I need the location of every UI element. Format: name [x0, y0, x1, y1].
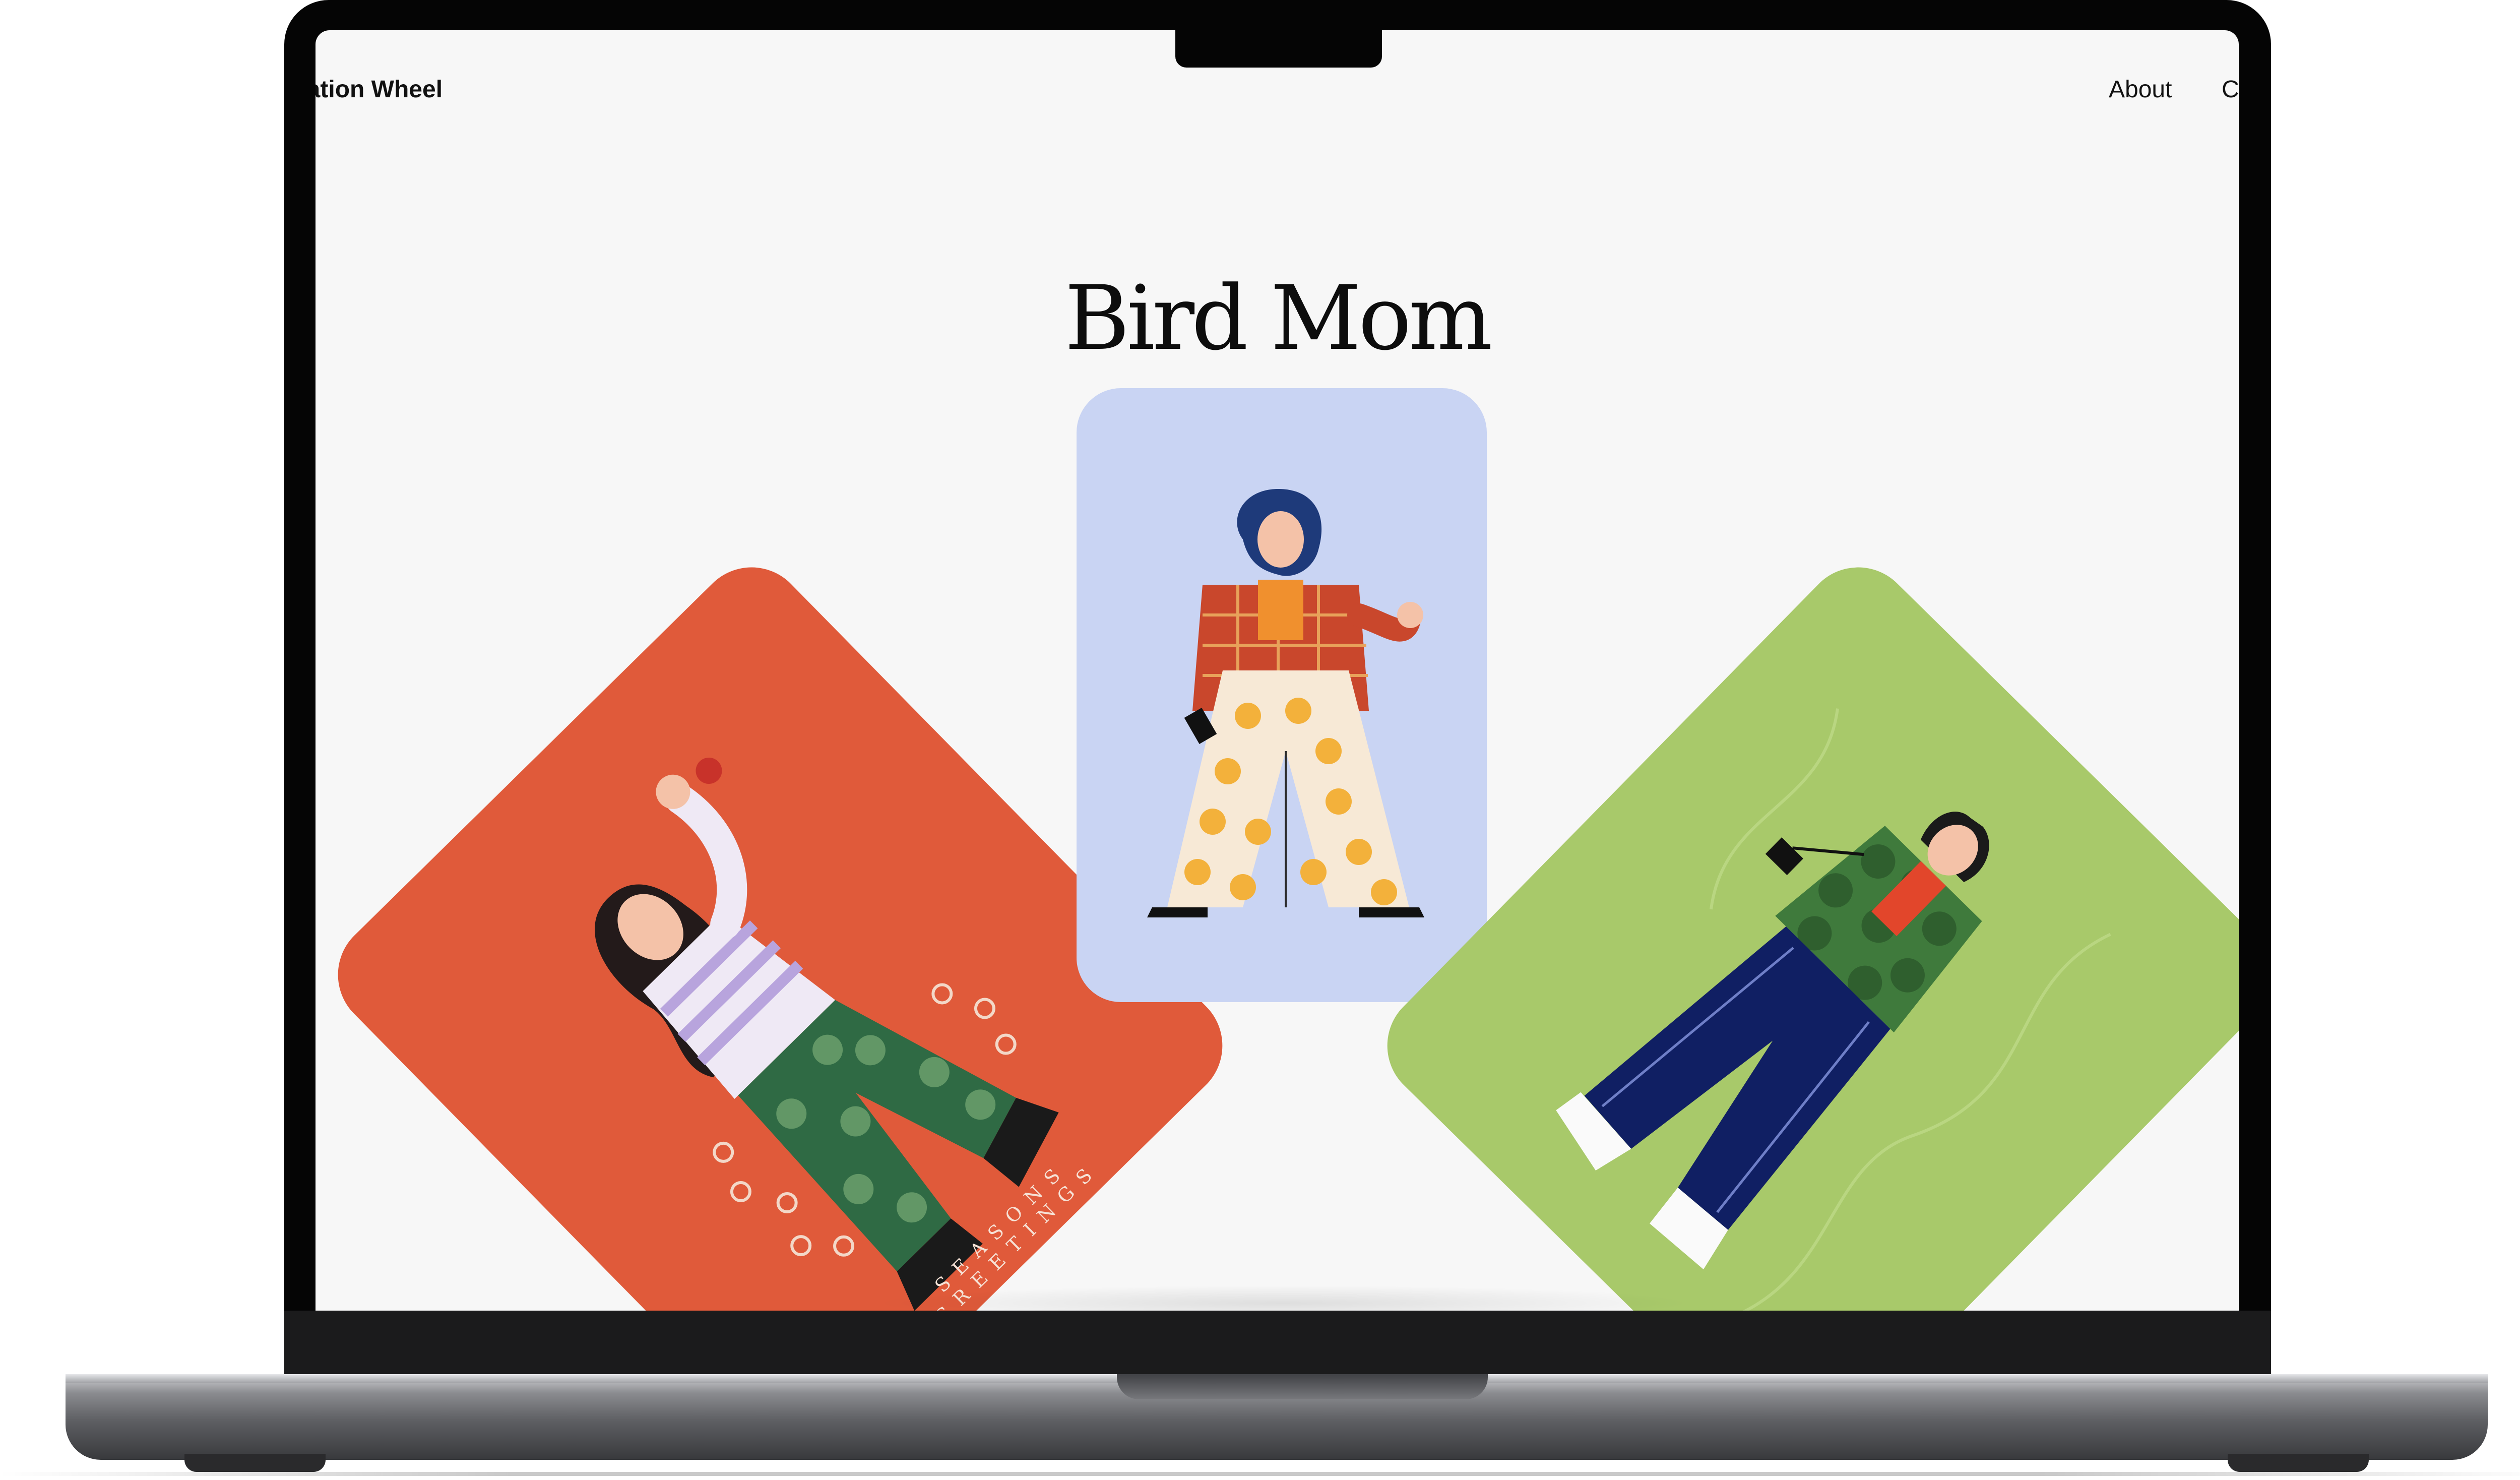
blue-card-illustration [1077, 388, 1487, 1002]
ground-shadow [0, 1472, 2520, 1476]
page-title: Bird Mom [1064, 266, 1492, 370]
green-card-illustration [1364, 544, 2239, 1311]
screen-shadow [870, 1285, 1696, 1311]
laptop-foot-right [2228, 1454, 2369, 1472]
nav-link-about[interactable]: About [2109, 76, 2172, 103]
laptop-chin [284, 1311, 2271, 1374]
blue-card[interactable] [1077, 388, 1487, 1002]
laptop-foot-left [184, 1454, 326, 1472]
brand-name[interactable]: ration Wheel [316, 76, 443, 103]
green-card[interactable] [1364, 544, 2239, 1311]
laptop-screen: ration Wheel About C Bird Mom [316, 30, 2239, 1311]
nav-link-contact[interactable]: C [2222, 76, 2239, 103]
lid-opener-notch [1117, 1374, 1488, 1399]
camera-notch [1175, 24, 1382, 68]
